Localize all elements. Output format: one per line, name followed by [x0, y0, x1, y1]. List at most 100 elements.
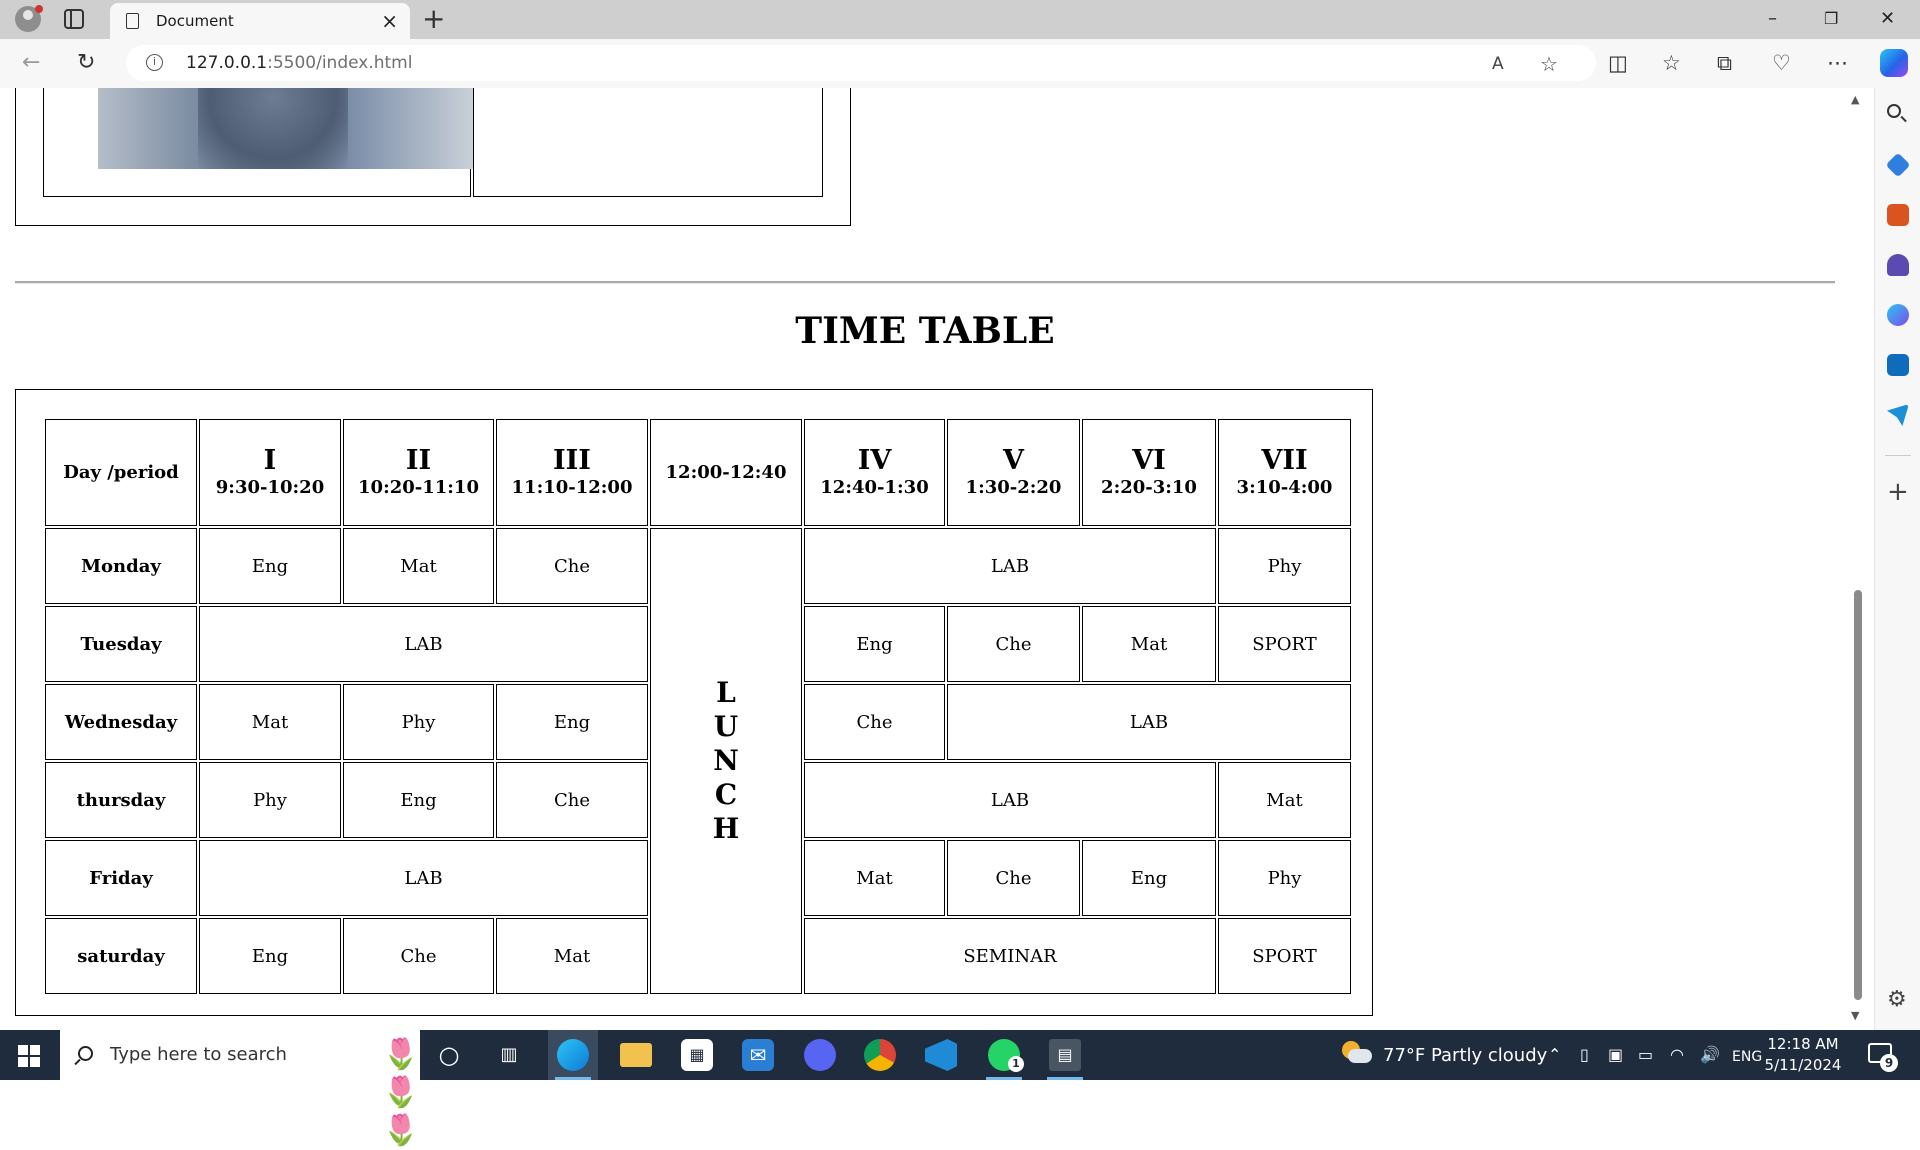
microsoft-store-icon[interactable]: ▦	[681, 1039, 713, 1071]
mail-icon[interactable]: ✉	[742, 1039, 774, 1071]
subject-cell: Eng	[199, 918, 341, 994]
cortana-icon[interactable]: ○	[433, 1039, 465, 1071]
day-cell: Friday	[45, 840, 197, 916]
lunch-cell: L U N C H	[650, 528, 802, 994]
discord-icon[interactable]	[804, 1039, 836, 1071]
system-clock[interactable]: 12:18 AM 5/11/2024	[1758, 1034, 1848, 1076]
sidebar-settings-gear-icon[interactable]: ⚙	[1887, 988, 1907, 1012]
subject-cell: Che	[496, 528, 648, 604]
period-time: 9:30-10:20	[215, 476, 325, 498]
previous-section-box	[15, 88, 851, 226]
show-hidden-icons-chevron-icon[interactable]: ⌃	[1548, 1045, 1561, 1065]
file-explorer-icon[interactable]	[620, 1043, 652, 1067]
image-cell	[43, 88, 473, 197]
taskbar-search-box[interactable]: Type here to search 🌷🌷🌷	[60, 1030, 420, 1148]
timetable: Day /period I 9:30-10:20 II 10:20-11:10 II…	[43, 417, 1353, 996]
volume-icon[interactable]: 🔊	[1700, 1045, 1720, 1065]
subject-cell: Eng	[496, 684, 648, 760]
subject-cell: Eng	[1082, 840, 1216, 916]
subject-cell: SEMINAR	[804, 918, 1216, 994]
subject-cell: Che	[496, 762, 648, 838]
sidebar-divider	[1885, 455, 1911, 456]
tab-actions-icon[interactable]	[64, 9, 84, 29]
sidebar-search-icon[interactable]	[1887, 104, 1901, 118]
chrome-icon[interactable]	[864, 1039, 896, 1071]
subject-cell: Mat	[1082, 606, 1216, 682]
partly-cloudy-icon[interactable]	[1342, 1039, 1372, 1069]
games-icon[interactable]	[1887, 254, 1909, 276]
restore-button[interactable]: ❐	[1824, 4, 1838, 34]
subject-cell: LAB	[199, 606, 648, 682]
collections-icon[interactable]: ⧉	[1717, 50, 1732, 76]
clock-time: 12:18 AM	[1767, 1035, 1839, 1053]
new-tab-button[interactable]: +	[422, 2, 445, 36]
profile-notification-dot	[35, 5, 43, 13]
subject-cell: Mat	[804, 840, 945, 916]
tools-briefcase-icon[interactable]	[1887, 204, 1909, 226]
period-number: VII	[1261, 444, 1308, 476]
read-aloud-icon[interactable]: A	[1492, 53, 1504, 75]
vertical-scrollbar[interactable]: ▲ ▼	[1848, 88, 1866, 1030]
url-text[interactable]: 127.0.0.1:5500/index.html	[186, 53, 412, 73]
browser-essentials-icon[interactable]: ♡	[1772, 50, 1791, 76]
wifi-icon[interactable]: ◠	[1670, 1045, 1684, 1065]
period-number: III	[553, 444, 591, 476]
subject-cell: Che	[804, 684, 945, 760]
day-cell: saturday	[45, 918, 197, 994]
scroll-up-arrow-icon[interactable]: ▲	[1851, 94, 1859, 106]
corner-header: Day /period	[45, 419, 197, 526]
lunch-letter: C	[714, 778, 738, 811]
address-bar[interactable]: i 127.0.0.1:5500/index.html A ☆	[126, 45, 1596, 81]
edge-sidebar: + ⚙	[1874, 88, 1920, 1030]
back-arrow-icon[interactable]: ←	[22, 49, 40, 77]
favorites-icon[interactable]: ☆	[1662, 50, 1681, 76]
day-cell: Wednesday	[45, 684, 197, 760]
browser-toolbar: ← ↻ i 127.0.0.1:5500/index.html A ☆ ◫ ☆ …	[0, 39, 1920, 89]
notification-count-badge: 9	[1880, 1054, 1898, 1072]
cat-photo-image	[98, 88, 473, 169]
vscode-icon[interactable]	[925, 1039, 957, 1071]
period-number: I	[263, 444, 277, 476]
refresh-icon[interactable]: ↻	[77, 49, 95, 77]
split-screen-icon[interactable]: ◫	[1608, 50, 1628, 76]
subject-cell: Eng	[343, 762, 494, 838]
device-icon[interactable]: ▯	[1580, 1045, 1589, 1065]
outlook-icon[interactable]	[1887, 354, 1909, 376]
security-icon[interactable]: ▣	[1608, 1045, 1623, 1065]
lunch-letter: L	[716, 676, 736, 709]
subject-cell: Che	[947, 840, 1080, 916]
period-number: VI	[1132, 444, 1166, 476]
windows-taskbar: Type here to search 🌷🌷🌷 ○ ▥ ▦ ✉ 1 ▤ 77°F…	[0, 1030, 1920, 1148]
period-header: IV 12:40-1:30	[804, 419, 945, 526]
timetable-container: Day /period I 9:30-10:20 II 10:20-11:10 II…	[15, 389, 1373, 1016]
period-header: VII 3:10-4:00	[1218, 419, 1351, 526]
more-menu-icon[interactable]: ⋯	[1827, 50, 1848, 76]
weather-text[interactable]: 77°F Partly cloudy	[1383, 1045, 1547, 1066]
shopping-tag-icon[interactable]	[1885, 152, 1911, 178]
site-info-icon[interactable]: i	[146, 54, 163, 71]
tab-document[interactable]: Document ×	[110, 3, 410, 39]
microsoft-365-icon[interactable]	[1887, 304, 1909, 326]
horizontal-rule	[15, 281, 1835, 284]
subject-cell: Mat	[496, 918, 648, 994]
copilot-icon[interactable]	[1880, 49, 1908, 77]
scroll-down-arrow-icon[interactable]: ▼	[1851, 1010, 1859, 1022]
windows-start-icon[interactable]	[18, 1045, 40, 1067]
scrollbar-thumb[interactable]	[1854, 590, 1862, 1000]
calculator-icon[interactable]: ▤	[1049, 1039, 1081, 1071]
add-sidebar-app-icon[interactable]: +	[1887, 479, 1909, 505]
tab-title: Document	[156, 12, 234, 30]
favorite-star-icon[interactable]: ☆	[1540, 53, 1558, 75]
search-icon	[78, 1046, 93, 1061]
subject-cell: LAB	[947, 684, 1351, 760]
whatsapp-badge: 1	[1008, 1056, 1024, 1072]
close-window-button[interactable]: ✕	[1880, 4, 1895, 34]
send-drop-icon[interactable]	[1887, 404, 1909, 426]
minimize-button[interactable]: –	[1768, 4, 1777, 34]
task-view-icon[interactable]: ▥	[493, 1039, 525, 1071]
empty-cell	[473, 88, 823, 197]
tab-close-icon[interactable]: ×	[381, 9, 398, 33]
edge-browser-icon[interactable]	[557, 1039, 589, 1071]
battery-icon[interactable]: ▭	[1638, 1045, 1653, 1065]
subject-cell: Mat	[1218, 762, 1351, 838]
